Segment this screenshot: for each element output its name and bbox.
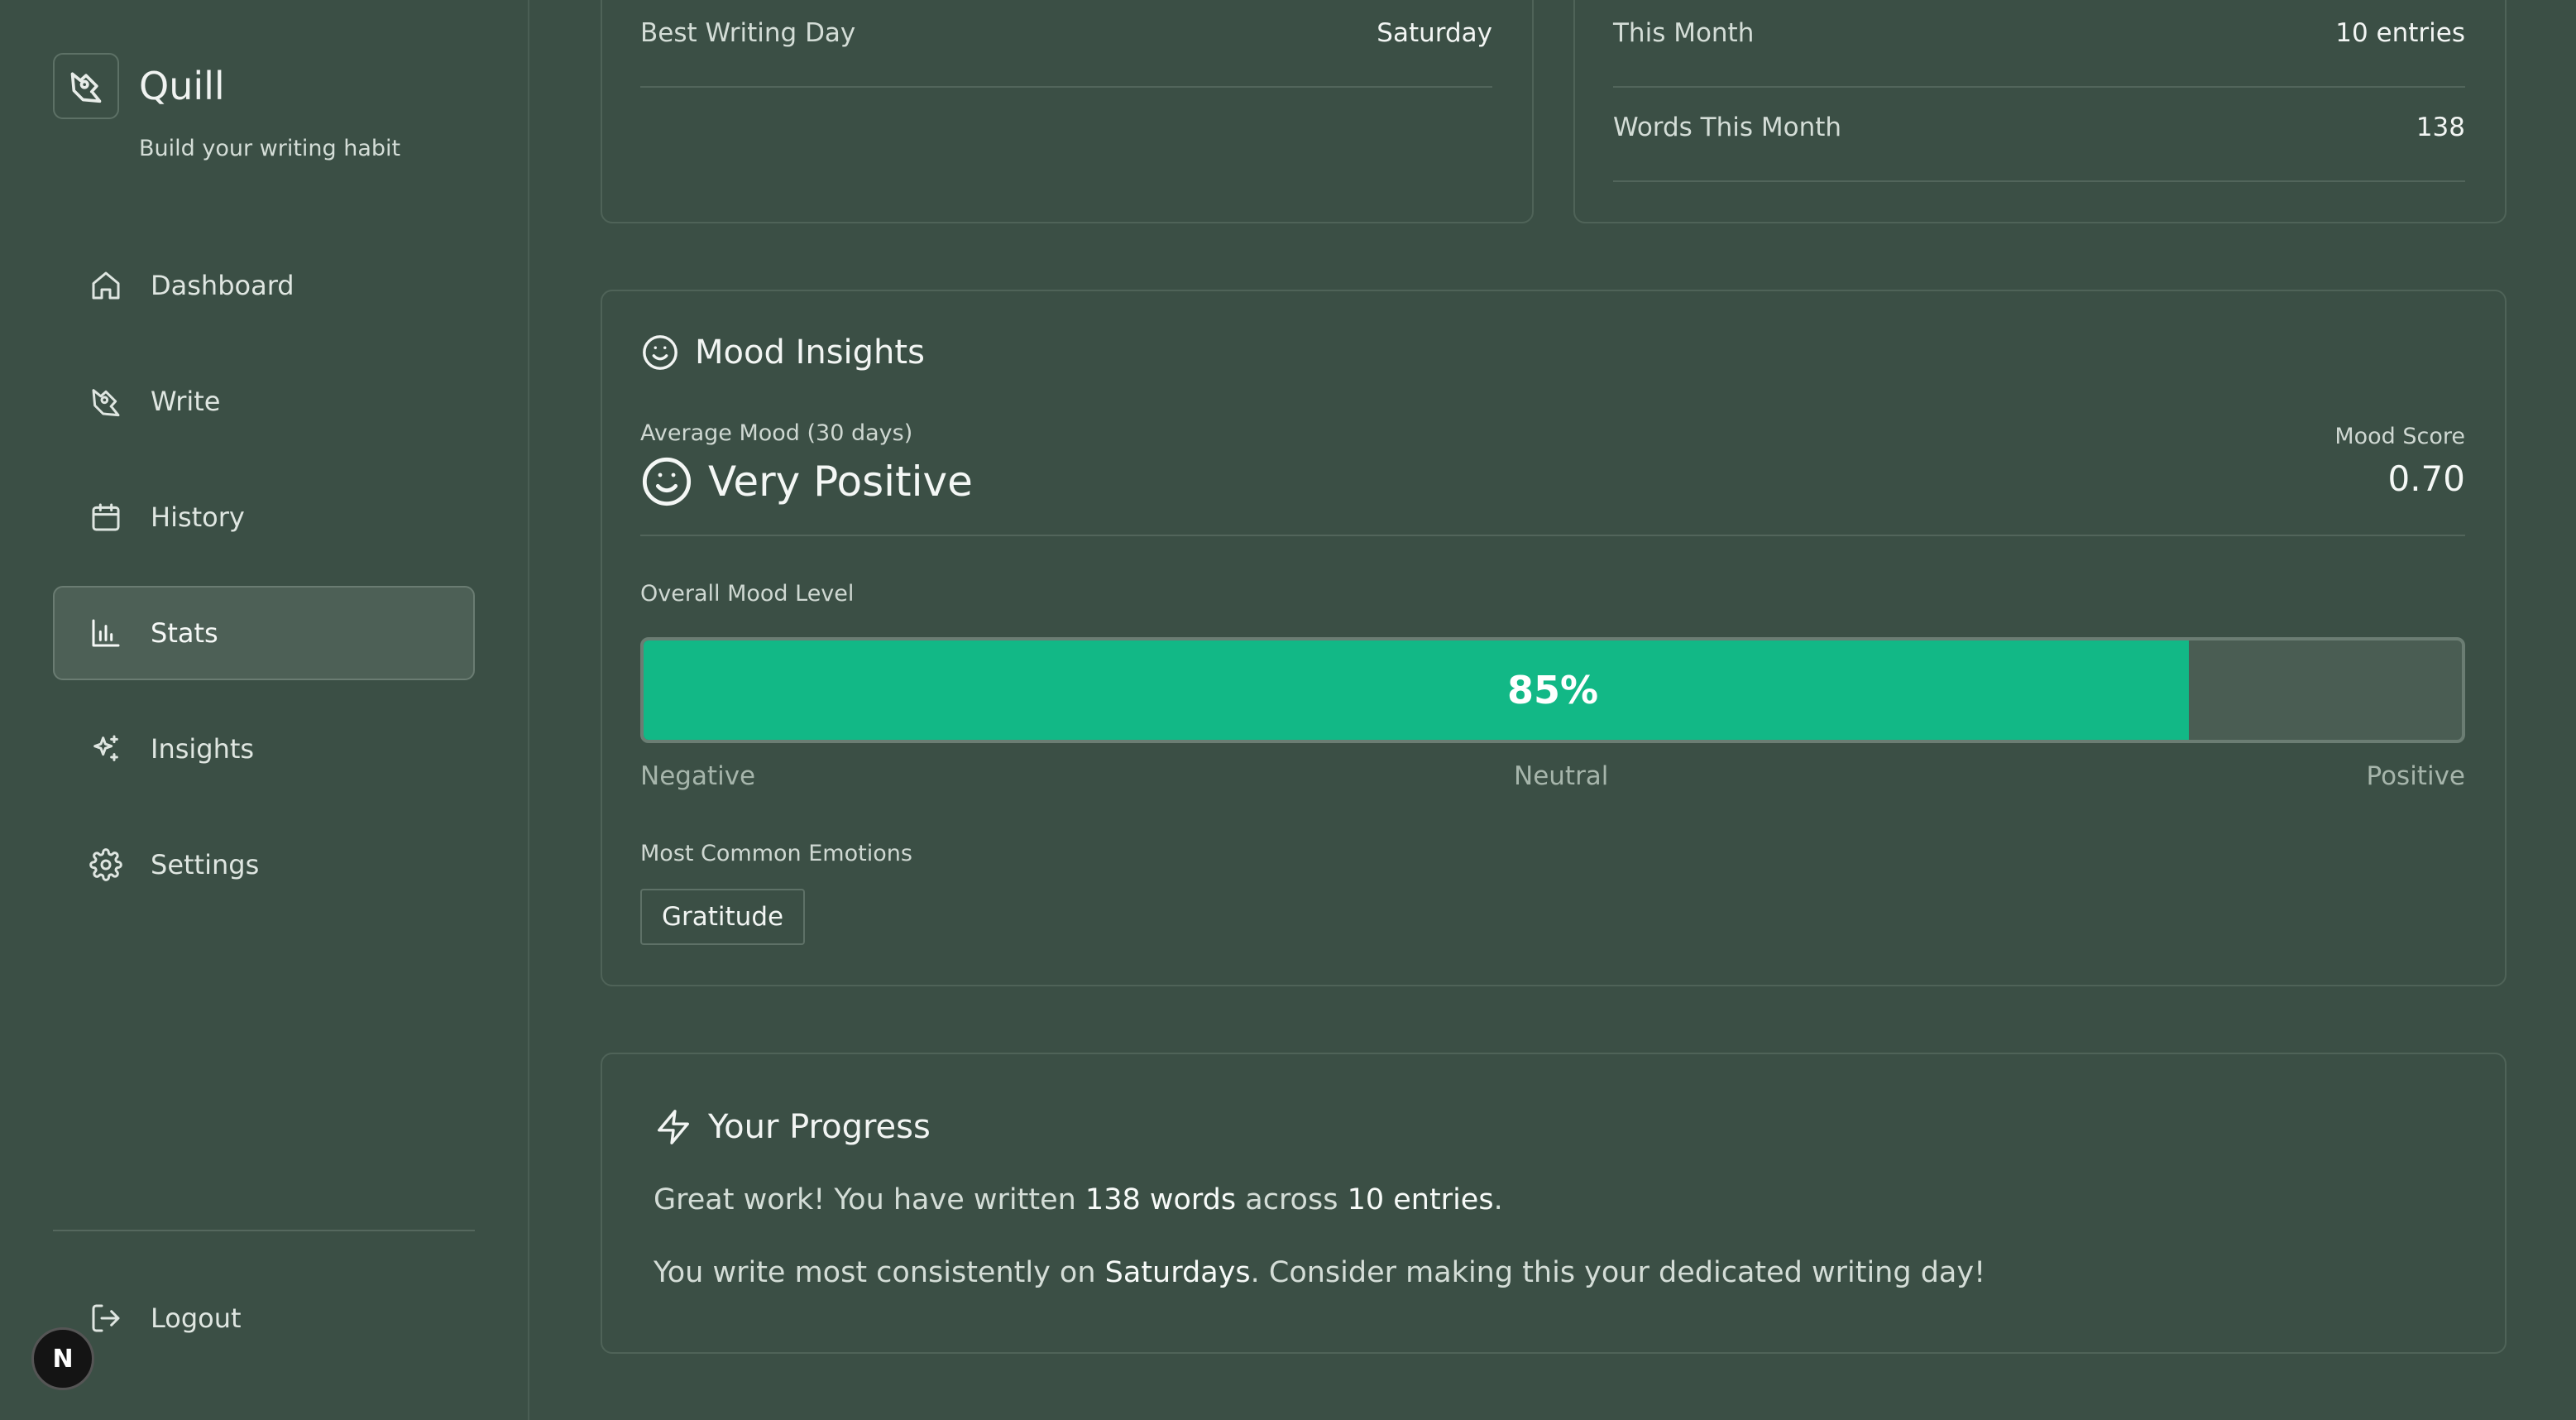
progress-text: . (1493, 1183, 1503, 1216)
logout-label: Logout (151, 1302, 242, 1334)
best-day-value: Saturday (1377, 18, 1492, 48)
this-month-label: This Month (1613, 18, 1755, 48)
progress-title-text: Your Progress (708, 1108, 931, 1146)
sidebar-item-insights[interactable]: Insights (53, 702, 475, 796)
scale-neutral: Neutral (1514, 761, 1609, 791)
sidebar-item-settings[interactable]: Settings (53, 818, 475, 912)
scale-negative: Negative (640, 761, 756, 791)
best-day: Saturdays (1104, 1256, 1251, 1289)
sidebar-item-label: Insights (151, 733, 255, 765)
app-name: Quill (139, 64, 225, 108)
average-mood-value: Very Positive (708, 458, 973, 506)
bar-chart-icon (88, 615, 124, 651)
app-tagline: Build your writing habit (139, 136, 401, 161)
words-month-value: 138 (2416, 113, 2465, 142)
mood-insights-title-text: Mood Insights (695, 333, 925, 372)
this-month-row: This Month 10 entries (1613, 18, 2465, 48)
brand[interactable]: Quill (53, 53, 225, 119)
gear-icon (88, 847, 124, 883)
mood-level-percent: 85% (1506, 668, 1599, 712)
logout-button[interactable]: Logout (53, 1271, 475, 1365)
divider (640, 535, 2465, 536)
divider (640, 86, 1492, 88)
this-month-value: 10 entries (2335, 18, 2465, 48)
sidebar-item-label: Stats (151, 617, 218, 649)
sidebar-item-write[interactable]: Write (53, 354, 475, 449)
progress-text: You write most consistently on (654, 1256, 1105, 1289)
sparkles-icon (88, 731, 124, 767)
calendar-icon (88, 499, 124, 535)
home-icon (88, 267, 124, 304)
mood-level-bar: 85% (640, 637, 2465, 743)
word-count: 138 words (1085, 1183, 1237, 1216)
sidebar-item-history[interactable]: History (53, 470, 475, 564)
scale-positive: Positive (2366, 761, 2465, 791)
progress-text: across (1236, 1183, 1348, 1216)
sidebar-item-dashboard[interactable]: Dashboard (53, 238, 475, 333)
progress-text: . Consider making this your dedicated wr… (1250, 1256, 1986, 1289)
sidebar-item-label: History (151, 501, 245, 533)
logout-icon (88, 1300, 124, 1336)
emotion-chip: Gratitude (640, 889, 806, 945)
divider (1613, 180, 2465, 182)
progress-summary: Great work! You have written 138 words a… (654, 1183, 1503, 1216)
mood-level-label: Overall Mood Level (640, 581, 855, 607)
progress-text: Great work! You have written (654, 1183, 1085, 1216)
mood-score-value: 0.70 (2387, 458, 2465, 499)
pen-icon (88, 383, 124, 420)
sidebar-item-label: Write (151, 386, 221, 417)
lightning-icon (654, 1107, 693, 1147)
sidebar: Quill Build your writing habit Dashboard (0, 0, 529, 1420)
common-emotions-label: Most Common Emotions (640, 841, 912, 866)
sidebar-item-label: Dashboard (151, 270, 294, 301)
progress-consistency: You write most consistently on Saturdays… (654, 1256, 1985, 1289)
entry-count: 10 entries (1347, 1183, 1494, 1216)
words-this-month-row: Words This Month 138 (1613, 113, 2465, 142)
sidebar-nav: Dashboard Write History Stats Insights S… (53, 238, 475, 933)
sidebar-divider (53, 1230, 475, 1231)
framework-badge[interactable]: N (31, 1327, 94, 1390)
sidebar-item-label: Settings (151, 849, 260, 880)
best-day-label: Best Writing Day (640, 18, 856, 48)
words-month-label: Words This Month (1613, 113, 1842, 142)
average-mood-label: Average Mood (30 days) (640, 420, 913, 446)
smile-icon (640, 455, 693, 508)
mood-insights-title: Mood Insights (640, 333, 925, 372)
app-root: Quill Build your writing habit Dashboard (0, 0, 2576, 1420)
best-writing-day-row: Best Writing Day Saturday (640, 18, 1492, 48)
progress-title: Your Progress (654, 1107, 931, 1147)
smile-icon (640, 333, 680, 372)
sidebar-item-stats[interactable]: Stats (53, 586, 475, 680)
average-mood: Very Positive (640, 455, 973, 508)
mood-score-label: Mood Score (2334, 424, 2465, 449)
quill-logo-icon (53, 53, 119, 119)
divider (1613, 86, 2465, 88)
